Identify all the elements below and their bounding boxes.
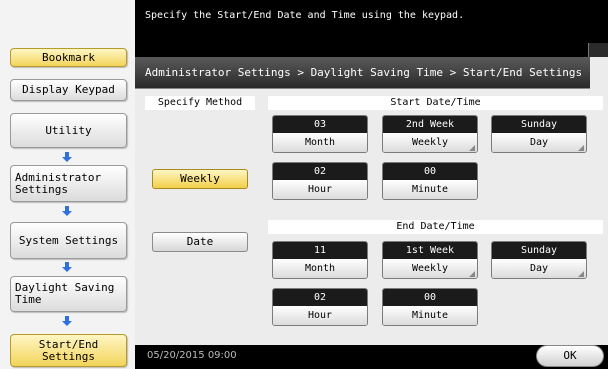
main-panel: Administrator Settings > Daylight Saving… (135, 57, 608, 345)
start-date-time-title: Start Date/Time (268, 96, 603, 110)
weekly-method-button[interactable]: Weekly (152, 169, 248, 189)
start-month-value: 03 (273, 116, 367, 133)
end-month-field[interactable]: 11 Month (272, 241, 368, 279)
end-date-time-title: End Date/Time (268, 220, 603, 234)
daylight-saving-time-button[interactable]: Daylight Saving Time (10, 276, 127, 312)
end-day-field[interactable]: Sunday Day (491, 241, 587, 279)
start-month-label: Month (273, 133, 367, 152)
dropdown-corner-icon (469, 145, 475, 151)
instruction-message: Specify the Start/End Date and Time usin… (145, 10, 465, 21)
breadcrumb: Administrator Settings > Daylight Saving… (135, 57, 590, 89)
start-month-field[interactable]: 03 Month (272, 115, 368, 153)
administrator-settings-button[interactable]: Administrator Settings (10, 165, 127, 202)
end-week-value: 1st Week (383, 242, 477, 259)
start-minute-field[interactable]: 00 Minute (382, 162, 478, 200)
arrow-down-icon (62, 152, 72, 162)
bookmark-button[interactable]: Bookmark (10, 48, 127, 67)
start-minute-label: Minute (383, 180, 477, 199)
end-minute-field[interactable]: 00 Minute (382, 288, 478, 326)
end-minute-value: 00 (383, 289, 477, 306)
date-method-button[interactable]: Date (152, 232, 248, 252)
status-datetime: 05/20/2015 09:00 (147, 350, 237, 361)
end-hour-value: 02 (273, 289, 367, 306)
ok-button[interactable]: OK (536, 345, 604, 367)
start-week-field[interactable]: 2nd Week Weekly (382, 115, 478, 153)
start-end-settings-button[interactable]: Start/End Settings (10, 334, 127, 367)
start-day-value: Sunday (492, 116, 586, 133)
end-day-label: Day (492, 259, 586, 278)
start-hour-label: Hour (273, 180, 367, 199)
start-hour-field[interactable]: 02 Hour (272, 162, 368, 200)
start-day-field[interactable]: Sunday Day (491, 115, 587, 153)
end-month-label: Month (273, 259, 367, 278)
end-week-label: Weekly (383, 259, 477, 278)
display-keypad-button[interactable]: Display Keypad (10, 79, 127, 101)
end-hour-label: Hour (273, 306, 367, 325)
dropdown-corner-icon (469, 271, 475, 277)
start-day-label: Day (492, 133, 586, 152)
arrow-down-icon (62, 316, 72, 326)
end-minute-label: Minute (383, 306, 477, 325)
specify-method-label: Specify Method (145, 96, 255, 110)
system-settings-button[interactable]: System Settings (10, 222, 127, 259)
start-week-label: Weekly (383, 133, 477, 152)
start-week-value: 2nd Week (383, 116, 477, 133)
end-month-value: 11 (273, 242, 367, 259)
arrow-down-icon (62, 206, 72, 216)
dropdown-corner-icon (578, 271, 584, 277)
left-sidebar: Bookmark Display Keypad Utility Administ… (0, 0, 135, 369)
end-week-field[interactable]: 1st Week Weekly (382, 241, 478, 279)
end-hour-field[interactable]: 02 Hour (272, 288, 368, 326)
utility-button[interactable]: Utility (10, 113, 127, 148)
arrow-down-icon (62, 262, 72, 272)
dropdown-corner-icon (578, 145, 584, 151)
end-day-value: Sunday (492, 242, 586, 259)
start-minute-value: 00 (383, 163, 477, 180)
start-hour-value: 02 (273, 163, 367, 180)
